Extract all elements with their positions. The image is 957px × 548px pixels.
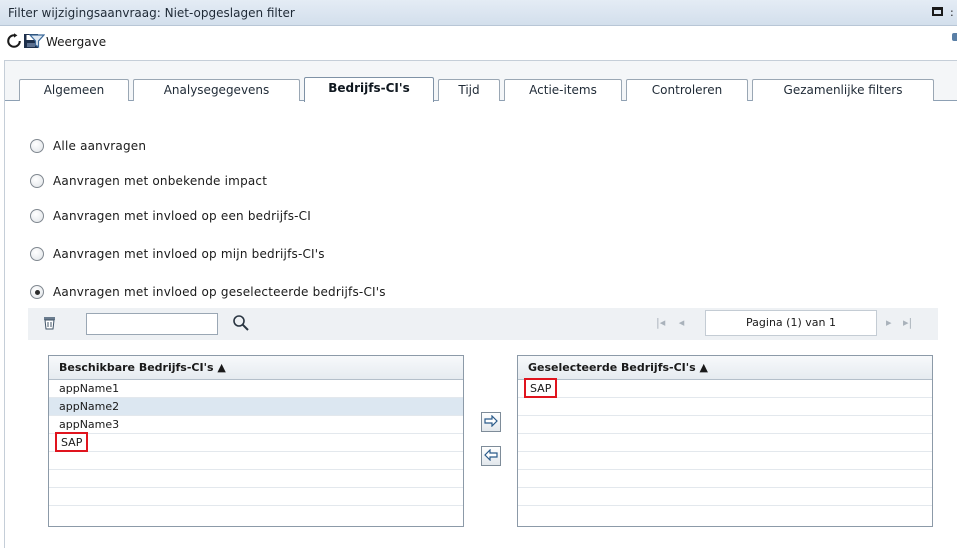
list-item[interactable] bbox=[518, 488, 932, 506]
list-item-label: appName1 bbox=[59, 382, 120, 395]
tab-gezamenlijke-filters[interactable]: Gezamenlijke filters bbox=[752, 79, 934, 101]
highlighted-list-item-label: SAP bbox=[55, 432, 89, 452]
list-item[interactable]: appName2 bbox=[49, 398, 463, 416]
search-input[interactable] bbox=[86, 313, 218, 335]
list-item[interactable] bbox=[518, 434, 932, 452]
radio-checked-dot bbox=[34, 289, 40, 295]
maximize-icon[interactable] bbox=[932, 7, 943, 16]
arrow-left-icon bbox=[484, 448, 498, 464]
radio-een-bedrijfs-ci[interactable]: Aanvragen met invloed op een bedrijfs-CI bbox=[30, 207, 311, 225]
radio-button[interactable] bbox=[30, 174, 44, 188]
page-indicator: Pagina (1) van 1 bbox=[705, 310, 877, 336]
toolbar: Weergave bbox=[0, 26, 957, 56]
list-item[interactable]: appName1 bbox=[49, 380, 463, 398]
prev-page-icon[interactable]: ◂ bbox=[679, 316, 685, 329]
filter-icon bbox=[28, 33, 46, 52]
radio-label: Aanvragen met invloed op een bedrijfs-CI bbox=[53, 209, 312, 223]
available-cis-list: Beschikbare Bedrijfs-CI's ▲ appName1 app… bbox=[48, 355, 464, 527]
title-suffix: : bbox=[950, 6, 954, 19]
pager-first-prev: |◂ ◂ bbox=[656, 316, 684, 329]
tab-tijd[interactable]: Tijd bbox=[438, 79, 500, 101]
list-item-label: appName2 bbox=[59, 400, 120, 413]
list-item[interactable] bbox=[518, 398, 932, 416]
window-titlebar: Filter wijzigingsaanvraag: Niet-opgeslag… bbox=[0, 0, 957, 26]
radio-mijn-bedrijfs-cis[interactable]: Aanvragen met invloed op mijn bedrijfs-C… bbox=[30, 245, 325, 263]
radio-label: Aanvragen met onbekende impact bbox=[53, 174, 268, 188]
radio-button[interactable] bbox=[30, 209, 44, 223]
view-button[interactable]: Weergave bbox=[26, 30, 136, 52]
search-icon[interactable] bbox=[232, 314, 250, 332]
list-item[interactable] bbox=[518, 470, 932, 488]
tab-controleren[interactable]: Controleren bbox=[626, 79, 748, 101]
list-item[interactable] bbox=[518, 452, 932, 470]
highlighted-list-item-label: SAP bbox=[524, 378, 558, 398]
list-item[interactable]: SAP bbox=[518, 378, 932, 398]
list-item-label: appName3 bbox=[59, 418, 120, 431]
radio-geselecteerde-bedrijfs-cis[interactable]: Aanvragen met invloed op geselecteerde b… bbox=[30, 283, 386, 301]
next-page-icon[interactable]: ▸ bbox=[886, 316, 892, 329]
list-item[interactable] bbox=[49, 488, 463, 506]
available-cis-header[interactable]: Beschikbare Bedrijfs-CI's ▲ bbox=[49, 356, 463, 380]
tab-actie-items[interactable]: Actie-items bbox=[504, 79, 622, 101]
tab-analysegegevens[interactable]: Analysegegevens bbox=[133, 79, 300, 101]
radio-button[interactable] bbox=[30, 285, 44, 299]
radio-label: Aanvragen met invloed op geselecteerde b… bbox=[53, 285, 386, 299]
refresh-icon[interactable] bbox=[6, 33, 22, 49]
radio-label: Alle aanvragen bbox=[53, 139, 147, 153]
radio-alle-aanvragen[interactable]: Alle aanvragen bbox=[30, 137, 146, 155]
scroll-marker bbox=[952, 33, 957, 41]
tab-algemeen[interactable]: Algemeen bbox=[19, 79, 129, 101]
list-item[interactable]: appName3 bbox=[49, 416, 463, 434]
view-button-label: Weergave bbox=[46, 35, 107, 49]
list-item[interactable]: SAP bbox=[49, 432, 463, 452]
clear-filter-icon[interactable] bbox=[42, 315, 58, 331]
list-item[interactable] bbox=[49, 470, 463, 488]
first-page-icon[interactable]: |◂ bbox=[656, 316, 665, 329]
selected-cis-header[interactable]: Geselecteerde Bedrijfs-CI's ▲ bbox=[518, 356, 932, 380]
window-title: Filter wijzigingsaanvraag: Niet-opgeslag… bbox=[8, 6, 295, 20]
radio-label: Aanvragen met invloed op mijn bedrijfs-C… bbox=[53, 247, 325, 261]
pager-next-last: ▸ ▸| bbox=[886, 316, 912, 329]
last-page-icon[interactable]: ▸| bbox=[903, 316, 912, 329]
tab-bedrijfs-cis[interactable]: Bedrijfs-CI's bbox=[304, 77, 434, 102]
radio-onbekende-impact[interactable]: Aanvragen met onbekende impact bbox=[30, 172, 267, 190]
list-item[interactable] bbox=[49, 452, 463, 470]
radio-button[interactable] bbox=[30, 139, 44, 153]
arrow-right-icon bbox=[484, 414, 498, 430]
remove-selected-button[interactable] bbox=[481, 446, 501, 466]
tab-strip: Algemeen Analysegegevens Bedrijfs-CI's T… bbox=[5, 61, 957, 102]
radio-button[interactable] bbox=[30, 247, 44, 261]
add-selected-button[interactable] bbox=[481, 412, 501, 432]
selected-cis-list: Geselecteerde Bedrijfs-CI's ▲ SAP bbox=[517, 355, 933, 527]
list-item[interactable] bbox=[518, 416, 932, 434]
